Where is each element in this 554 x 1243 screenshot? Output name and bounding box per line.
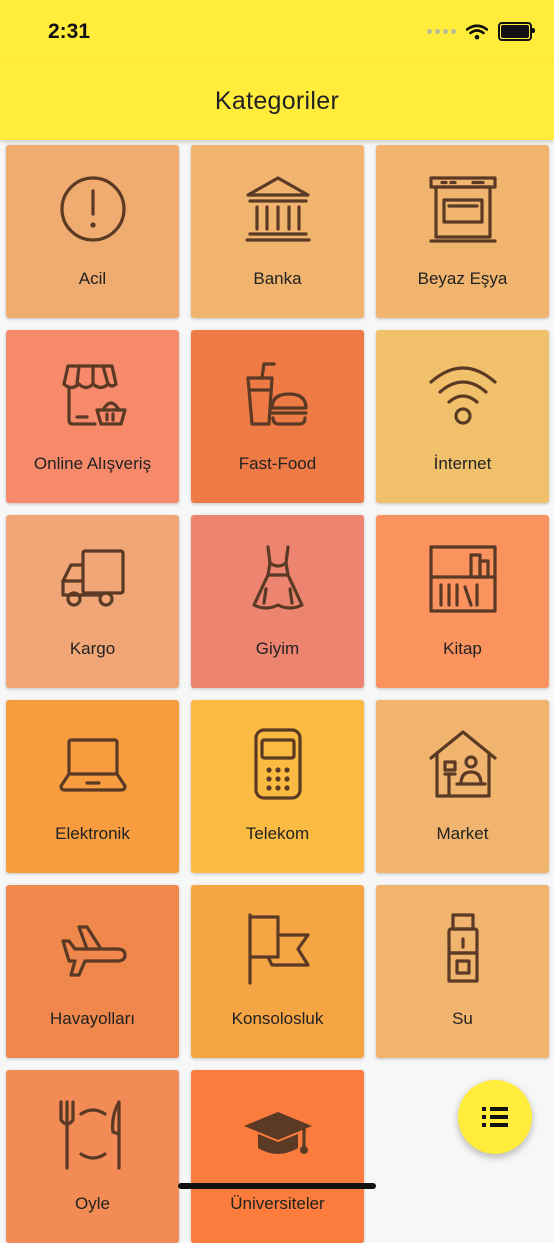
list-view-fab[interactable]: [458, 1080, 532, 1154]
category-label: Kargo: [69, 639, 116, 658]
category-tile-online-alisveris[interactable]: Online Alışveriş: [6, 330, 179, 503]
status-time: 2:31: [48, 20, 91, 43]
wifi-icon: [427, 358, 499, 430]
water-dispenser-icon: [427, 913, 499, 985]
category-label: Havayolları: [49, 1009, 136, 1028]
wifi-status-icon: [466, 23, 488, 39]
category-grid: Acil Banka Beyaz Eşya Online Alışveriş F…: [6, 145, 550, 1243]
dress-icon: [242, 543, 314, 615]
status-icons: [427, 22, 535, 41]
category-label: Üniversiteler: [230, 1194, 325, 1213]
category-label: Su: [452, 1009, 473, 1028]
flag-icon: [242, 913, 314, 985]
alert-icon: [57, 173, 129, 245]
category-label: Acil: [78, 269, 107, 288]
category-tile-kitap[interactable]: Kitap: [376, 515, 549, 688]
home-indicator[interactable]: [178, 1183, 376, 1189]
category-tile-kargo[interactable]: Kargo: [6, 515, 179, 688]
page-title: Kategoriler: [214, 86, 340, 115]
category-label: Oyle: [75, 1194, 110, 1213]
category-tile-universiteler[interactable]: Üniversiteler: [191, 1070, 364, 1243]
laptop-icon: [57, 728, 129, 800]
category-label: Konsolosluk: [231, 1009, 324, 1028]
bank-icon: [242, 173, 314, 245]
category-tile-havayollari[interactable]: Havayolları: [6, 885, 179, 1058]
category-label: Telekom: [245, 824, 310, 843]
cellular-signal-icon: [427, 29, 456, 34]
category-label: Banka: [253, 269, 302, 288]
category-tile-market[interactable]: Market: [376, 700, 549, 873]
category-label: Giyim: [255, 639, 300, 658]
category-label: Market: [436, 824, 489, 843]
category-label: Fast-Food: [238, 454, 317, 473]
category-tile-telekom[interactable]: Telekom: [191, 700, 364, 873]
category-tile-restaurant[interactable]: Oyle: [6, 1070, 179, 1243]
category-label: İnternet: [433, 454, 492, 473]
graduation-cap-icon: [242, 1098, 314, 1170]
fast-food-icon: [242, 358, 314, 430]
airplane-icon: [57, 913, 129, 985]
dining-icon: [57, 1098, 129, 1170]
online-shopping-icon: [57, 358, 129, 430]
category-tile-fast-food[interactable]: Fast-Food: [191, 330, 364, 503]
category-label: Online Alışveriş: [33, 454, 152, 473]
market-icon: [427, 728, 499, 800]
category-label: Kitap: [443, 639, 482, 658]
category-tile-giyim[interactable]: Giyim: [191, 515, 364, 688]
battery-icon: [498, 22, 535, 41]
category-label: Beyaz Eşya: [417, 269, 508, 288]
category-tile-su[interactable]: Su: [376, 885, 549, 1058]
category-label: Elektronik: [55, 824, 130, 843]
category-tile-banka[interactable]: Banka: [191, 145, 364, 318]
status-bar: 2:31: [0, 0, 554, 62]
truck-icon: [57, 543, 129, 615]
oven-icon: [427, 173, 499, 245]
category-tile-konsolosluk[interactable]: Konsolosluk: [191, 885, 364, 1058]
phone-icon: [242, 728, 314, 800]
app-bar: Kategoriler: [0, 62, 554, 140]
category-tile-acil[interactable]: Acil: [6, 145, 179, 318]
list-icon: [482, 1107, 508, 1127]
category-tile-elektronik[interactable]: Elektronik: [6, 700, 179, 873]
bookshelf-icon: [427, 543, 499, 615]
category-tile-beyaz-esya[interactable]: Beyaz Eşya: [376, 145, 549, 318]
category-tile-internet[interactable]: İnternet: [376, 330, 549, 503]
